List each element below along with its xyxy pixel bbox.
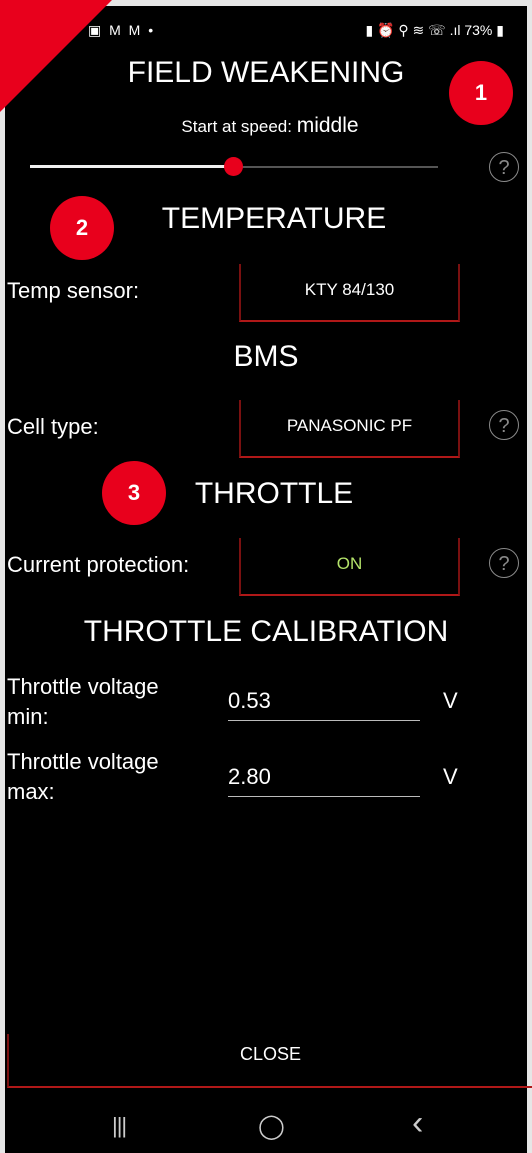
status-icons: ▮ ⏰ ⚲ ≋ ☏ .ıl (365, 22, 461, 38)
battery-icon: ▮ (496, 22, 504, 38)
status-bar: ▣ M M • ▮ ⏰ ⚲ ≋ ☏ .ıl 73% ▮ (88, 22, 504, 44)
navigation-bar: ||| ◯ ‹ (0, 1100, 532, 1150)
annotation-badge-1: 1 (449, 61, 513, 125)
annotation-badge-3: 3 (102, 461, 166, 525)
battery-level: 73% (464, 22, 493, 38)
throttle-min-input[interactable]: 0.53 (228, 688, 420, 721)
throttle-max-input[interactable]: 2.80 (228, 764, 420, 797)
current-protection-label: Current protection: (7, 552, 190, 577)
temp-sensor-label: Temp sensor: (7, 278, 140, 303)
start-speed-label: Start at speed: (181, 117, 297, 136)
cell-type-select[interactable]: PANASONIC PF (239, 400, 460, 458)
annotation-badge-2: 2 (50, 196, 114, 260)
throttle-min-label-line1: Throttle voltage (7, 674, 159, 699)
throttle-help-icon[interactable]: ? (489, 548, 519, 578)
bms-title: BMS (233, 340, 299, 373)
temp-sensor-select[interactable]: KTY 84/130 (239, 264, 460, 322)
current-protection-toggle[interactable]: ON (239, 538, 460, 596)
speed-slider-fill (30, 165, 234, 168)
throttle-calibration-title: THROTTLE CALIBRATION (83, 615, 449, 648)
start-speed-row: Start at speed: middle (0, 114, 532, 138)
recents-icon[interactable]: ||| (112, 1113, 127, 1139)
speed-slider-thumb[interactable] (224, 157, 243, 176)
throttle-min-unit: V (443, 688, 458, 713)
cell-type-label: Cell type: (7, 414, 99, 439)
close-button[interactable]: CLOSE (7, 1034, 532, 1088)
throttle-min-label-line2: min: (7, 704, 49, 729)
system-icons: ▮ ⏰ ⚲ ≋ ☏ .ıl 73% ▮ (366, 22, 505, 39)
home-icon[interactable]: ◯ (258, 1112, 285, 1141)
back-icon[interactable]: ‹ (412, 1104, 423, 1143)
throttle-max-label-line2: max: (7, 779, 55, 804)
throttle-title: THROTTLE (194, 477, 354, 510)
field-weakening-help-icon[interactable]: ? (489, 152, 519, 182)
start-speed-value: middle (296, 114, 359, 137)
throttle-max-unit: V (443, 764, 458, 789)
red-corner-flag (0, 0, 112, 112)
bms-help-icon[interactable]: ? (489, 410, 519, 440)
throttle-max-label-line1: Throttle voltage (7, 749, 159, 774)
